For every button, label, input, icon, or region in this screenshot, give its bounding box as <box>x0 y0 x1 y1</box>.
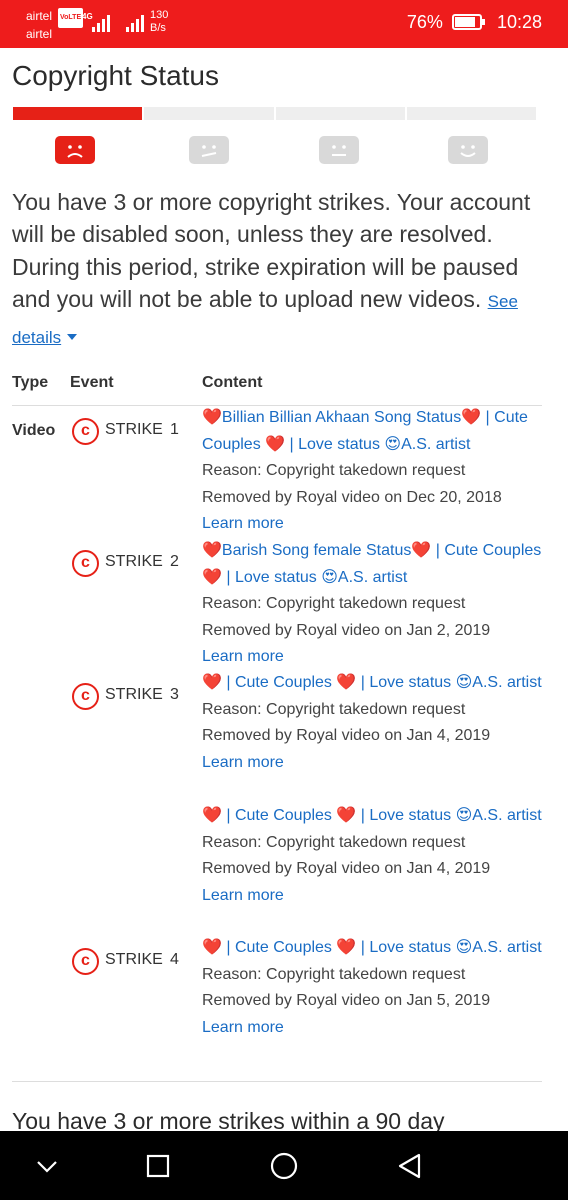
content-entry: ❤️Billian Billian Akhaan Song Status❤️ |… <box>202 405 542 538</box>
signal-icon <box>92 12 112 32</box>
table-bottom-divider <box>12 1081 542 1082</box>
reason-text: Reason: Copyright takedown request <box>202 965 466 983</box>
back-triangle-icon[interactable] <box>395 1151 425 1181</box>
video-title-link[interactable]: ❤️ | Cute Couples ❤️ | Love status 😍A.S.… <box>202 807 542 824</box>
video-title-link[interactable]: ❤️ | Cute Couples ❤️ | Love status 😍A.S.… <box>202 674 542 691</box>
copyright-icon: c <box>72 683 99 710</box>
video-title-link[interactable]: ❤️ | Cute Couples ❤️ | Love status 😍A.S.… <box>202 939 542 956</box>
copyright-icon: c <box>72 948 99 975</box>
description-text: You have 3 or more copyright strikes. Yo… <box>12 189 531 313</box>
speed-unit: B/s <box>150 22 166 34</box>
removed-by-text: Removed by Royal video on Jan 5, 2019 <box>202 992 491 1010</box>
reason-text: Reason: Copyright takedown request <box>202 700 466 718</box>
happy-face-icon <box>448 136 488 164</box>
status-step-1 <box>13 107 142 120</box>
learn-more-link[interactable]: Learn more <box>202 644 542 671</box>
status-description: You have 3 or more copyright strikes. Yo… <box>12 186 552 354</box>
strike-label: STRIKE <box>105 421 163 438</box>
learn-more-link[interactable]: Learn more <box>202 883 542 910</box>
signal-icon-2 <box>126 12 146 32</box>
type-cell: Video <box>12 422 56 439</box>
copyright-icon: c <box>72 418 99 445</box>
sad-face-icon <box>55 136 95 164</box>
strike-number: 4 <box>170 951 179 968</box>
carrier-label-1: airtel <box>26 9 53 23</box>
carrier-info: airtel airtel VoLTE <box>26 7 84 43</box>
status-step-4 <box>407 107 536 120</box>
learn-more-link[interactable]: Learn more <box>202 511 542 538</box>
removed-by-text: Removed by Royal video on Jan 2, 2019 <box>202 621 491 639</box>
recents-square-icon[interactable] <box>143 1151 173 1181</box>
volte-badge: VoLTE <box>58 8 84 28</box>
removed-by-text: Removed by Royal video on Jan 4, 2019 <box>202 727 491 745</box>
column-header-type: Type <box>12 374 49 391</box>
status-right: 76% 10:28 <box>407 12 542 33</box>
strike-number: 1 <box>170 421 179 438</box>
strike-number: 2 <box>170 553 179 570</box>
unhappy-face-icon <box>189 136 229 164</box>
network-speed: 130 B/s <box>150 9 168 35</box>
strike-label: STRIKE <box>105 553 163 570</box>
learn-more-link[interactable]: Learn more <box>202 1015 542 1042</box>
reason-text: Reason: Copyright takedown request <box>202 833 466 851</box>
video-title-link[interactable]: ❤️Billian Billian Akhaan Song Status❤️ |… <box>202 409 528 453</box>
strike-number: 3 <box>170 686 179 703</box>
page-title: Copyright Status <box>12 60 219 91</box>
removed-by-text: Removed by Royal video on Dec 20, 2018 <box>202 488 502 506</box>
content-entry: ❤️ | Cute Couples ❤️ | Love status 😍A.S.… <box>202 935 542 1041</box>
reason-text: Reason: Copyright takedown request <box>202 595 466 613</box>
status-step-2 <box>144 107 274 120</box>
status-bar: airtel airtel VoLTE 4G 130 B/s 76% 10:28 <box>0 0 568 48</box>
caret-down-icon[interactable] <box>67 333 78 340</box>
chevron-down-icon[interactable] <box>32 1151 62 1181</box>
clock: 10:28 <box>496 12 542 32</box>
strike-label: STRIKE <box>105 686 163 703</box>
column-header-content: Content <box>202 374 263 391</box>
speed-value: 130 <box>150 9 169 21</box>
navigation-bar <box>0 1131 568 1200</box>
video-title-link[interactable]: ❤️Barish Song female Status❤️ | Cute Cou… <box>202 542 541 586</box>
battery-icon <box>451 14 485 30</box>
status-step-3 <box>276 107 405 120</box>
home-circle-icon[interactable] <box>269 1151 299 1181</box>
column-header-event: Event <box>70 374 114 391</box>
content-entry: ❤️Barish Song female Status❤️ | Cute Cou… <box>202 538 542 671</box>
carrier-label-2: airtel <box>26 27 53 41</box>
reason-text: Reason: Copyright takedown request <box>202 462 466 480</box>
content-entry: ❤️ | Cute Couples ❤️ | Love status 😍A.S.… <box>202 670 542 776</box>
strike-label: STRIKE <box>105 951 163 968</box>
battery-percentage: 76% <box>406 12 443 32</box>
learn-more-link[interactable]: Learn more <box>202 750 542 777</box>
removed-by-text: Removed by Royal video on Jan 4, 2019 <box>202 860 491 878</box>
neutral-face-icon <box>319 136 359 164</box>
copyright-icon: c <box>72 550 99 577</box>
content-entry: ❤️ | Cute Couples ❤️ | Love status 😍A.S.… <box>202 803 542 909</box>
